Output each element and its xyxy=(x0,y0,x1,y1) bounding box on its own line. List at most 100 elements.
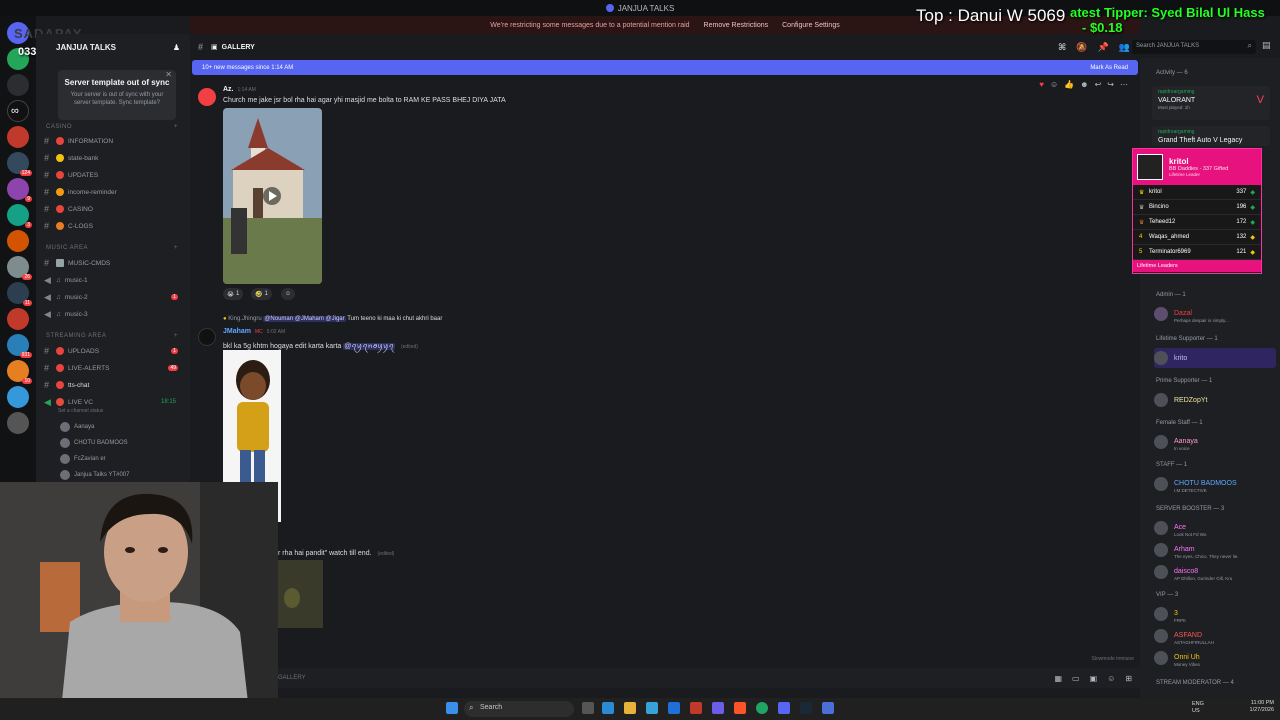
channel-income-reminder[interactable]: # income-reminder xyxy=(44,185,184,199)
server-icon-11[interactable] xyxy=(7,308,29,330)
activity-card[interactable]: rapidroargaming VALORANT Most played: 1h… xyxy=(1152,86,1270,120)
reaction-cry[interactable]: 😭 1 xyxy=(223,288,244,300)
forward-icon[interactable]: ↪ xyxy=(1107,80,1114,89)
channel-status-hint[interactable]: Set a channel status xyxy=(58,408,103,414)
voice-user[interactable]: FcZavian er xyxy=(60,454,106,464)
notification-icon[interactable]: 🔕 xyxy=(1076,42,1087,53)
teams-icon[interactable] xyxy=(712,702,724,714)
member-item[interactable]: REDZopYt xyxy=(1154,390,1276,410)
store-icon[interactable] xyxy=(646,702,658,714)
server-icon-14[interactable] xyxy=(7,386,29,408)
member-item[interactable]: Dazal Perhaps despair is simply... xyxy=(1154,304,1276,324)
heart-reaction-icon[interactable]: ♥ xyxy=(1039,80,1044,89)
gift-icon[interactable]: ▦ xyxy=(1054,674,1062,683)
inbox-icon[interactable]: ▤ xyxy=(1262,40,1271,51)
edge-icon[interactable] xyxy=(602,702,614,714)
avatar[interactable] xyxy=(198,328,216,346)
mail-icon[interactable] xyxy=(668,702,680,714)
emoji-icon[interactable]: ☺ xyxy=(1107,674,1115,683)
voice-user[interactable]: Janjua Talks YT#007 xyxy=(60,470,129,480)
server-icon-2[interactable] xyxy=(7,74,29,96)
sync-template-card[interactable]: ✕ Server template out of sync Your serve… xyxy=(58,70,176,120)
member-list-icon[interactable]: 👥 xyxy=(1119,42,1130,53)
more-icon[interactable]: ⋯ xyxy=(1120,80,1128,89)
channel-music-1[interactable]: ◀ ♫ music-1 xyxy=(44,273,184,287)
server-icon-8[interactable] xyxy=(7,230,29,252)
plus-icon[interactable]: + xyxy=(174,124,178,130)
taskbar-search[interactable]: ⌕ Search xyxy=(464,701,574,717)
add-reaction-button[interactable]: ☺ xyxy=(281,288,296,300)
member-item[interactable]: Aanaya In voice xyxy=(1154,432,1276,452)
channel-tts-chat[interactable]: # tts-chat xyxy=(44,378,184,392)
server-icon-15[interactable] xyxy=(7,412,29,434)
message-composer[interactable]: GALLERY ▦ ▭ ▣ ☺ ⊞ xyxy=(190,668,1140,688)
mark-as-read-button[interactable]: Mark As Read xyxy=(1090,65,1128,71)
server-icon-5[interactable]: 124 xyxy=(7,152,32,176)
gif-icon[interactable]: ▭ xyxy=(1072,674,1080,683)
member-item[interactable]: Arham The eyes, Chico. They never lie. xyxy=(1154,540,1276,560)
steam-icon[interactable] xyxy=(800,702,812,714)
reaction-laugh[interactable]: 🤣 1 xyxy=(251,288,272,300)
thumbs-up-icon[interactable]: 👍 xyxy=(1064,80,1074,89)
voice-user[interactable]: Aanaya xyxy=(60,422,94,432)
add-reaction-icon[interactable]: ☻ xyxy=(1080,80,1088,89)
channel-information[interactable]: # INFORMATION xyxy=(44,134,184,148)
message-author[interactable]: JMaham MC 5:02 AM xyxy=(223,328,285,335)
member-item[interactable]: krito xyxy=(1154,348,1276,368)
member-item[interactable]: ASFAND ASTAGHFIRULLAH xyxy=(1154,626,1276,646)
discord-icon[interactable] xyxy=(778,702,790,714)
plus-icon[interactable]: + xyxy=(174,333,178,339)
channel-music-3[interactable]: ◀ ♫ music-3 xyxy=(44,307,184,321)
server-icon-12[interactable]: 931 xyxy=(7,334,32,358)
language-indicator[interactable]: ENG US xyxy=(1192,701,1204,715)
pin-icon[interactable]: 📌 xyxy=(1098,42,1109,53)
emoji-reaction-icon[interactable]: ☺ xyxy=(1050,80,1058,89)
server-icon-9[interactable]: 26 xyxy=(7,256,32,280)
file-explorer-icon[interactable] xyxy=(624,702,636,714)
server-icon-3[interactable]: ∞ xyxy=(7,100,29,122)
reply-reference[interactable]: ● King.Jhingru @Nouman @JMaham @Jigar Tu… xyxy=(223,316,442,322)
channel-live-alerts[interactable]: # LIVE-ALERTS 49 xyxy=(44,361,184,375)
channel-state-bank[interactable]: # state-bank xyxy=(44,151,184,165)
server-icon-10[interactable]: 11 xyxy=(7,282,32,306)
channel-updates[interactable]: # UPDATES xyxy=(44,168,184,182)
server-header[interactable]: JANJUA TALKS ♟ xyxy=(36,34,190,60)
video-attachment[interactable] xyxy=(223,108,322,284)
channel-music-2[interactable]: ◀ ♫ music-2 1 xyxy=(44,290,184,304)
remove-restrictions-link[interactable]: Remove Restrictions xyxy=(704,22,769,29)
server-icon-4[interactable] xyxy=(7,126,29,148)
channel-uploads[interactable]: # UPLOADS 1 xyxy=(44,344,184,358)
member-item[interactable]: 3 FRPK xyxy=(1154,604,1276,624)
plus-icon[interactable]: + xyxy=(174,245,178,251)
add-member-icon[interactable]: ♟ xyxy=(173,43,180,52)
channel-music-cmds[interactable]: # MUSIC-CMDS xyxy=(44,256,184,270)
category-casino[interactable]: CASINO + xyxy=(46,124,178,130)
user-mention[interactable]: @ꪖꪗꪖꪀꪮꪗꪗꪖ xyxy=(343,343,396,350)
new-messages-bar[interactable]: 10+ new messages since 1:14 AM Mark As R… xyxy=(192,60,1138,75)
chrome-icon[interactable] xyxy=(756,702,768,714)
voice-user[interactable]: CHOTU BADMOOS xyxy=(60,438,128,448)
message-author[interactable]: Az. 1:14 AM xyxy=(223,86,256,93)
category-streaming[interactable]: STREAMING AREA + xyxy=(46,333,178,339)
brave-icon[interactable] xyxy=(734,702,746,714)
windows-start-icon[interactable] xyxy=(446,702,458,714)
threads-icon[interactable]: ⌘ xyxy=(1058,42,1066,53)
member-item[interactable]: Onni Uh Money Vibes xyxy=(1154,648,1276,668)
reply-icon[interactable]: ↩ xyxy=(1095,80,1102,89)
category-music[interactable]: MUSIC AREA + xyxy=(46,245,178,251)
configure-settings-link[interactable]: Configure Settings xyxy=(782,22,840,29)
search-input[interactable]: Search JANJUA TALKS ⌕ xyxy=(1132,40,1256,54)
channel-casino[interactable]: # CASINO xyxy=(44,202,184,216)
channel-c-logs[interactable]: # C-LOGS xyxy=(44,219,184,233)
task-view-icon[interactable] xyxy=(582,702,594,714)
system-clock[interactable]: 11:00 PM 1/27/2026 xyxy=(1250,700,1274,714)
apps-icon[interactable]: ⊞ xyxy=(1125,674,1132,683)
member-item[interactable]: CHOTU BADMOOS I.M DETECTIVE xyxy=(1154,474,1276,494)
activity-card[interactable]: rapidroargaming Grand Theft Auto V Legac… xyxy=(1152,126,1270,146)
server-icon-6[interactable]: 9 xyxy=(7,178,32,202)
close-icon[interactable]: ✕ xyxy=(165,70,172,79)
server-icon-7[interactable]: 3 xyxy=(7,204,32,228)
server-icon-13[interactable]: 10 xyxy=(7,360,32,384)
video-attachment[interactable] xyxy=(278,560,323,628)
sticker-icon[interactable]: ▣ xyxy=(1090,674,1098,683)
